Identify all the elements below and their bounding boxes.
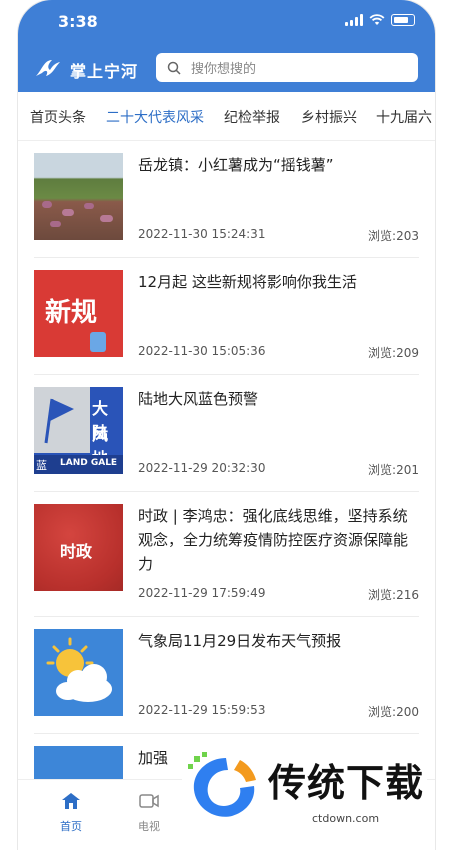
article-date: 2022-11-30 15:05:36: [138, 344, 266, 358]
app-logo-icon: [36, 60, 60, 76]
article-thumbnail: [34, 629, 123, 716]
list-item[interactable]: 大陆 风地 蓝 LAND GALE 陆地大风蓝色预警 2022-11-29 20…: [34, 375, 419, 492]
list-item[interactable]: 岳龙镇：小红薯成为“摇钱薯” 2022-11-30 15:24:31 浏览:20…: [34, 141, 419, 258]
article-title: 加强: [138, 749, 169, 767]
article-thumbnail: 时政: [34, 504, 123, 591]
article-thumbnail: 大陆 风地 蓝 LAND GALE: [34, 387, 123, 474]
video-icon: [139, 794, 159, 808]
search-box[interactable]: 搜你想搜的: [156, 53, 418, 82]
article-title: 12月起 这些新规将影响你我生活: [138, 273, 357, 291]
article-thumbnail: 新规: [34, 270, 123, 357]
thumbnail-label: 时政: [60, 542, 93, 561]
article-views: 浏览:209: [368, 346, 419, 360]
tab-nineteenth-session[interactable]: 十九届六: [376, 107, 432, 127]
search-icon: [167, 61, 181, 75]
wifi-icon: [369, 14, 385, 25]
article-thumbnail: [34, 153, 123, 240]
category-tabs: 首页头条 二十大代表风采 纪检举报 乡村振兴 十九届六: [18, 92, 435, 141]
weather-sun-cloud-icon: [46, 637, 112, 702]
article-date: 2022-11-29 20:32:30: [138, 461, 266, 475]
app-title: 掌上宁河: [70, 62, 139, 81]
article-title: 气象局11月29日发布天气预报: [138, 632, 342, 650]
list-item[interactable]: 气象局11月29日发布天气预报 2022-11-29 15:59:53 浏览:2…: [34, 617, 419, 734]
tab-discipline-report[interactable]: 纪检举报: [224, 107, 280, 127]
search-placeholder: 搜你想搜的: [191, 62, 257, 77]
tab-headlines[interactable]: 首页头条: [30, 107, 86, 127]
home-icon: [62, 793, 80, 809]
thumbnail-label: 新规: [45, 298, 98, 328]
tabbar-tv[interactable]: 电视: [124, 792, 174, 834]
article-views: 浏览:203: [368, 229, 419, 243]
article-title: 时政 | 李鸿忠：强化底线思维，坚持系统观念，全力统筹疫情防控医疗资源保障能力: [138, 507, 409, 573]
tabbar-home[interactable]: 首页: [46, 792, 96, 834]
article-title: 陆地大风蓝色预警: [138, 390, 259, 408]
thumbnail-label-3: 蓝: [36, 459, 47, 472]
article-date: 2022-11-29 17:59:49: [138, 586, 266, 600]
phone-screen: 3:38 掌上宁河 搜你想搜的 首页头条 二十大代表风采 纪检举报 乡村振兴 十…: [18, 0, 435, 850]
article-date: 2022-11-29 15:59:53: [138, 703, 266, 717]
tabbar-home-label: 首页: [60, 820, 82, 833]
status-time: 3:38: [58, 12, 98, 31]
bottom-tab-bar: 首页 电视: [18, 779, 435, 850]
article-views: 浏览:216: [368, 588, 419, 602]
tab-delegates[interactable]: 二十大代表风采: [106, 107, 204, 127]
article-views: 浏览:201: [368, 463, 419, 477]
list-item[interactable]: 新规 12月起 这些新规将影响你我生活 2022-11-30 15:05:36 …: [34, 258, 419, 375]
tabbar-tv-label: 电视: [138, 820, 160, 833]
status-icons: [345, 14, 415, 26]
article-date: 2022-11-30 15:24:31: [138, 227, 266, 241]
tab-rural-revitalization[interactable]: 乡村振兴: [301, 107, 357, 127]
thumbnail-label-4: LAND GALE: [60, 458, 118, 468]
app-header: 3:38 掌上宁河 搜你想搜的: [18, 0, 435, 92]
list-item[interactable]: 时政 时政 | 李鸿忠：强化底线思维，坚持系统观念，全力统筹疫情防控医疗资源保障…: [34, 492, 419, 617]
article-title: 岳龙镇：小红薯成为“摇钱薯”: [138, 156, 334, 174]
flag-icon: [44, 398, 74, 444]
battery-icon: [391, 14, 415, 26]
signal-icon: [345, 14, 363, 26]
article-views: 浏览:200: [368, 705, 419, 719]
